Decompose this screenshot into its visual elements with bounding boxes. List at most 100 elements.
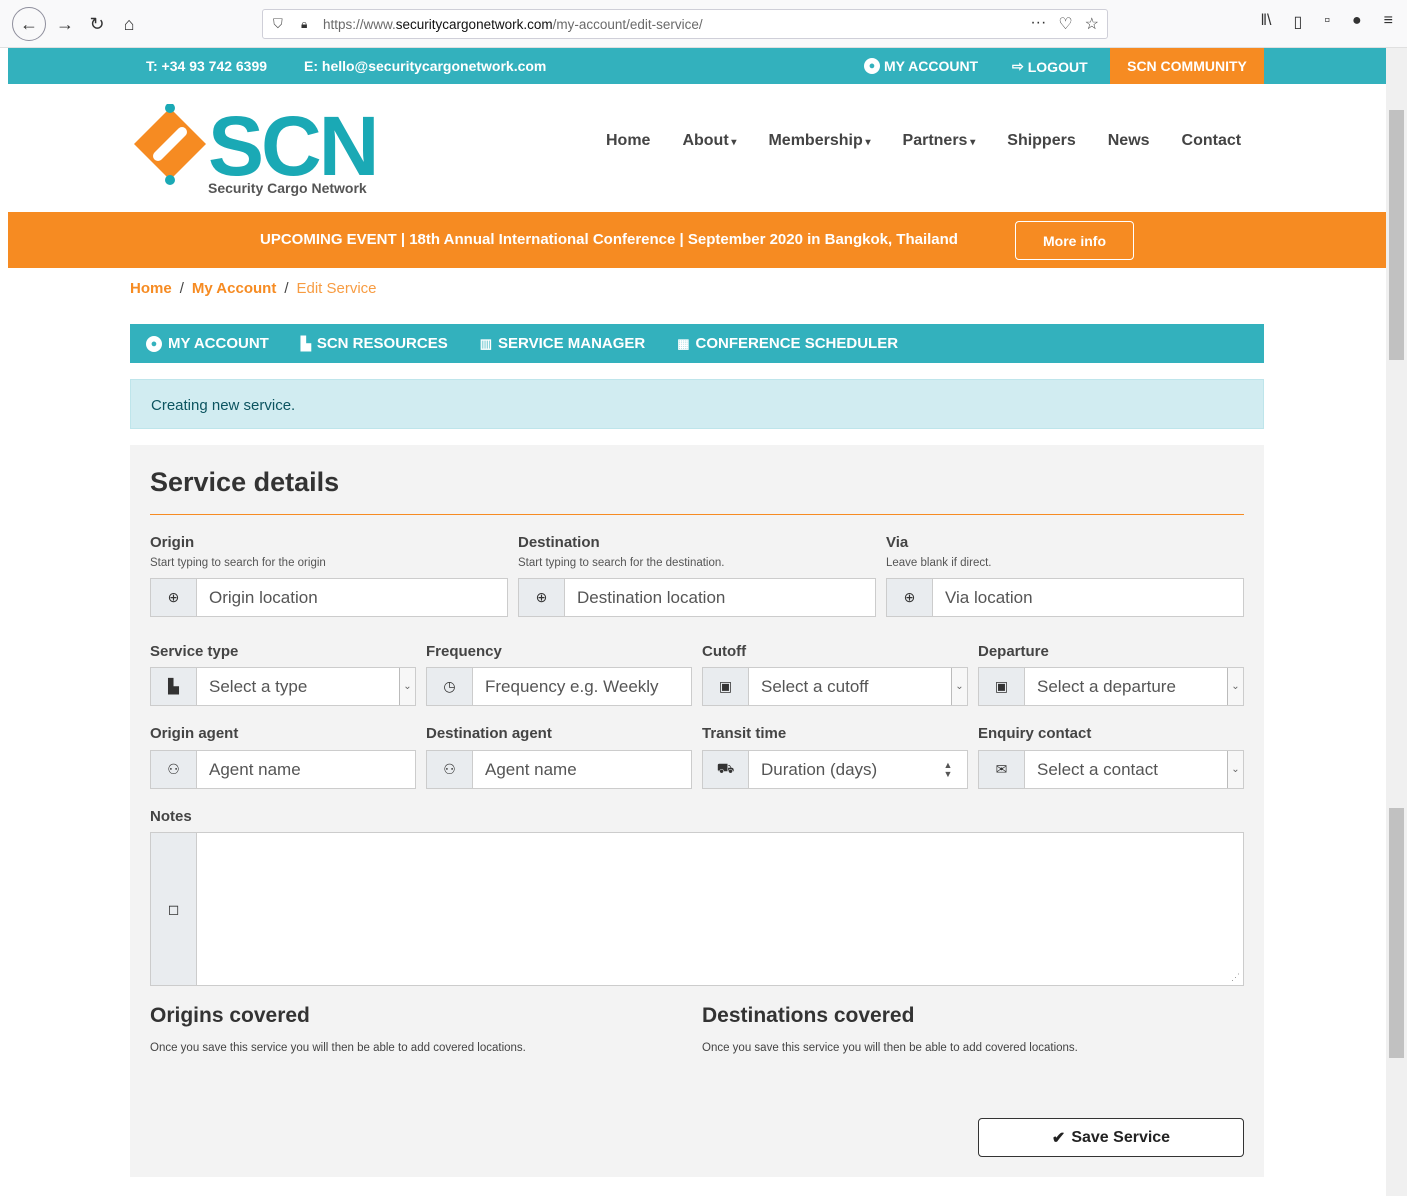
accnav-my-account[interactable]: ● MY ACCOUNT	[146, 335, 269, 352]
origin-field[interactable]: ⊕ Origin location	[150, 578, 508, 617]
scn-logo[interactable]: SCN Security Cargo Network	[130, 99, 400, 202]
via-field[interactable]: ⊕ Via location	[886, 578, 1244, 617]
accnav-scheduler[interactable]: ▦ CONFERENCE SCHEDULER	[677, 335, 898, 352]
transit-time-input[interactable]: Duration (days)	[749, 760, 939, 780]
event-banner: UPCOMING EVENT | 18th Annual Internation…	[8, 212, 1386, 268]
cutoff-value[interactable]: Select a cutoff	[749, 677, 951, 697]
sidebar-icon[interactable]: ▯	[1294, 12, 1303, 32]
more-info-button[interactable]: More info	[1015, 221, 1134, 260]
accnav-service-manager[interactable]: ▥ SERVICE MANAGER	[480, 335, 646, 352]
via-input[interactable]: Via location	[933, 588, 1243, 608]
barcode-icon: ▥	[479, 335, 492, 351]
nav-news[interactable]: News	[1108, 132, 1150, 150]
logout-icon: ⇨	[1012, 58, 1024, 74]
departure-select[interactable]: ▣ Select a departure ⌄	[978, 667, 1244, 706]
frequency-field[interactable]: ◷ Frequency e.g. Weekly	[426, 667, 692, 706]
nav-contact[interactable]: Contact	[1182, 132, 1242, 150]
page-actions-icon[interactable]: ···	[1030, 14, 1046, 34]
chevron-down-icon[interactable]: ⌄	[399, 668, 415, 705]
destination-hint: Start typing to search for the destinati…	[518, 557, 725, 569]
nav-home[interactable]: Home	[606, 132, 650, 150]
account-icon[interactable]: ●	[1352, 12, 1362, 32]
service-type-select[interactable]: ▙ Select a type ⌄	[150, 667, 416, 706]
panel-title: Service details	[150, 467, 340, 497]
frequency-input[interactable]: Frequency e.g. Weekly	[473, 677, 691, 697]
origin-agent-input[interactable]: Agent name	[197, 760, 415, 780]
nav-partners[interactable]: Partners	[903, 132, 976, 150]
scroll-thumb-lower[interactable]	[1389, 808, 1404, 1058]
chevron-down-icon[interactable]: ⌄	[1227, 668, 1243, 705]
enquiry-contact-label: Enquiry contact	[978, 725, 1092, 742]
forward-arrow-icon[interactable]: →	[50, 9, 80, 39]
chevron-down-icon[interactable]: ⌄	[1227, 751, 1243, 788]
menu-icon[interactable]: ≡	[1384, 12, 1393, 32]
origins-covered-title: Origins covered	[150, 1004, 310, 1027]
my-account-link[interactable]: ● MY ACCOUNT	[864, 58, 978, 74]
site-header: SCN Security Cargo Network Home About Me…	[8, 84, 1386, 212]
cutoff-select[interactable]: ▣ Select a cutoff ⌄	[702, 667, 968, 706]
service-type-value[interactable]: Select a type	[197, 677, 399, 697]
search-icon: ⊕	[887, 579, 933, 616]
destination-agent-input[interactable]: Agent name	[473, 760, 691, 780]
pallet-icon: ▙	[151, 668, 197, 705]
destinations-covered-title: Destinations covered	[702, 1004, 915, 1027]
library-icon[interactable]: ‖\	[1260, 12, 1271, 32]
tracking-shield-icon[interactable]: ⛉	[273, 16, 291, 32]
calendar-icon: ▣	[979, 668, 1025, 705]
bookmark-star-icon[interactable]: ☆	[1085, 14, 1099, 34]
envelope-icon: ✉	[979, 751, 1025, 788]
departure-value[interactable]: Select a departure	[1025, 677, 1227, 697]
accnav-resources[interactable]: ▙ SCN RESOURCES	[301, 335, 448, 352]
notes-label: Notes	[150, 808, 192, 825]
number-stepper-icon[interactable]: ▲ ▼	[939, 760, 957, 779]
address-bar[interactable]: ⛉ 🔒︎ https://www.securitycargonetwork.co…	[262, 9, 1108, 39]
url-text[interactable]: https://www.securitycargonetwork.com/my-…	[323, 17, 703, 32]
enquiry-contact-select[interactable]: ✉ Select a contact ⌄	[978, 750, 1244, 789]
origin-agent-label: Origin agent	[150, 725, 239, 742]
title-divider	[150, 514, 1244, 515]
calendar-icon: ▦	[677, 335, 690, 351]
origin-agent-field[interactable]: ⚇ Agent name	[150, 750, 416, 789]
destination-input[interactable]: Destination location	[565, 588, 875, 608]
resize-grip-icon[interactable]: ⋰	[1231, 972, 1240, 983]
community-button[interactable]: SCN COMMUNITY	[1110, 48, 1264, 84]
extension-icon[interactable]: ▫	[1324, 12, 1330, 32]
nav-shippers[interactable]: Shippers	[1007, 132, 1075, 150]
destination-label: Destination	[518, 534, 600, 551]
browser-toolbar: ← → ↻ ⌂ ⛉ 🔒︎ https://www.securitycargone…	[0, 0, 1407, 48]
info-alert: Creating new service.	[130, 379, 1264, 429]
nav-membership[interactable]: Membership	[768, 132, 870, 150]
nav-about[interactable]: About	[682, 132, 736, 150]
scroll-thumb[interactable]	[1389, 110, 1404, 360]
email-link[interactable]: E: hello@securitycargonetwork.com	[304, 58, 546, 74]
lock-icon[interactable]: 🔒︎	[301, 17, 317, 32]
user-icon: ●	[146, 335, 162, 352]
service-type-label: Service type	[150, 643, 239, 660]
check-icon: ✔	[1051, 1129, 1066, 1147]
origins-covered-text: Once you save this service you will then…	[150, 1042, 526, 1054]
breadcrumb-separator: /	[179, 280, 184, 297]
departure-label: Departure	[978, 643, 1049, 660]
destination-agent-label: Destination agent	[426, 725, 552, 742]
breadcrumb-home[interactable]: Home	[130, 280, 172, 297]
transit-time-field[interactable]: ⛟ Duration (days) ▲ ▼	[702, 750, 968, 789]
frequency-label: Frequency	[426, 643, 502, 660]
origin-label: Origin	[150, 534, 195, 551]
pocket-icon[interactable]: ♡	[1058, 14, 1072, 34]
enquiry-contact-value[interactable]: Select a contact	[1025, 760, 1227, 780]
destination-field[interactable]: ⊕ Destination location	[518, 578, 876, 617]
notes-textarea[interactable]: ◻ ⋰	[150, 832, 1244, 986]
home-icon[interactable]: ⌂	[114, 9, 144, 39]
destination-agent-field[interactable]: ⚇ Agent name	[426, 750, 692, 789]
breadcrumb-current: Edit Service	[296, 280, 377, 297]
logout-link[interactable]: ⇨ LOGOUT	[1012, 58, 1088, 75]
back-arrow-icon[interactable]: ←	[12, 7, 46, 41]
via-hint: Leave blank if direct.	[886, 557, 992, 569]
reload-icon[interactable]: ↻	[82, 9, 112, 39]
origin-input[interactable]: Origin location	[197, 588, 507, 608]
page-scrollbar[interactable]	[1386, 48, 1407, 1196]
save-service-button[interactable]: ✔ Save Service	[978, 1118, 1244, 1157]
chevron-down-icon[interactable]: ⌄	[951, 668, 967, 705]
breadcrumb-my-account[interactable]: My Account	[192, 280, 276, 297]
search-icon: ⊕	[519, 579, 565, 616]
